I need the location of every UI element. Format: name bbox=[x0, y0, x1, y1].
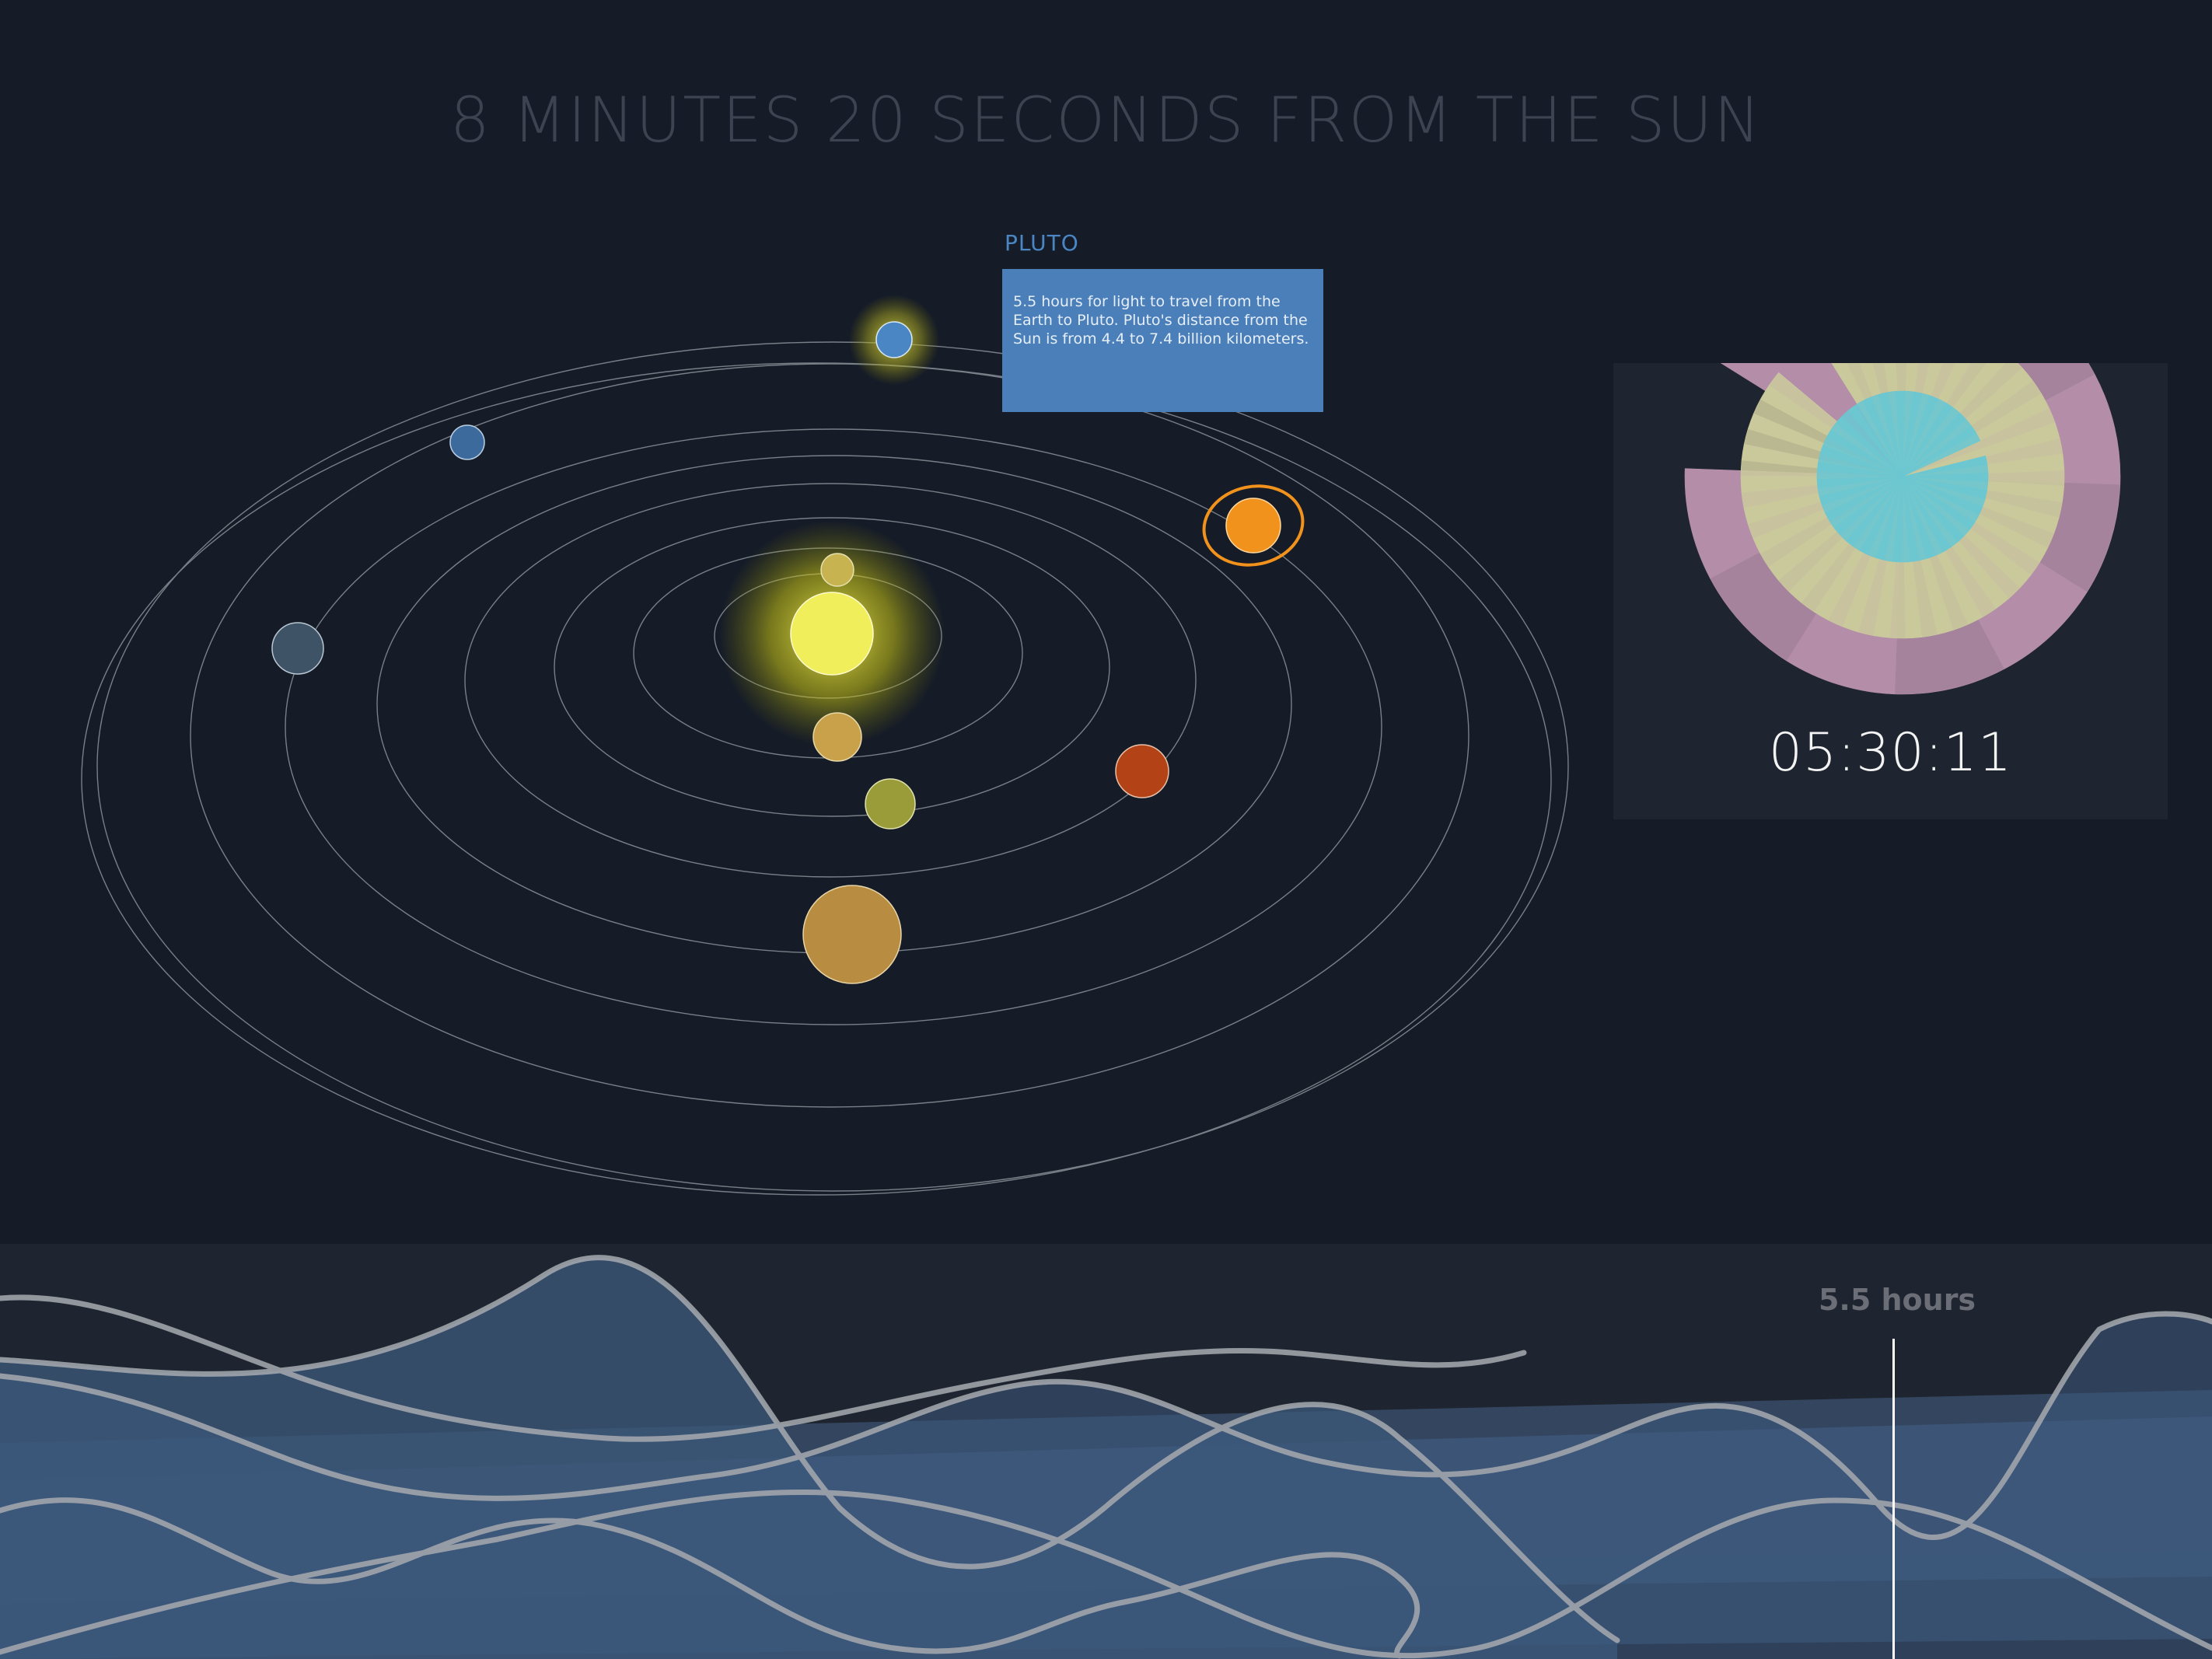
clock-dial bbox=[1684, 363, 2121, 695]
timeline-marker-label: 5.5 hours bbox=[1818, 1283, 1976, 1317]
tooltip-body: 5.5 hours for light to travel from the E… bbox=[1002, 269, 1323, 412]
planet-mars[interactable] bbox=[1115, 744, 1169, 798]
orbit-lines bbox=[81, 341, 1569, 1196]
timeline-marker[interactable] bbox=[1892, 1339, 1895, 1659]
planet-saturn[interactable] bbox=[1225, 498, 1281, 554]
sun[interactable] bbox=[790, 592, 874, 676]
planet-neptune[interactable] bbox=[449, 424, 485, 460]
tooltip-title: PLUTO bbox=[1005, 230, 1079, 256]
orbit-neptune bbox=[96, 341, 1569, 1192]
seconds-ring bbox=[1816, 390, 1989, 563]
planet-venus[interactable] bbox=[812, 712, 862, 762]
orbit-pluto bbox=[81, 362, 1552, 1196]
planet-earth[interactable] bbox=[865, 778, 916, 830]
planet-mercury[interactable] bbox=[820, 553, 854, 587]
planet-pluto[interactable] bbox=[875, 321, 913, 358]
planet-uranus[interactable] bbox=[271, 622, 324, 675]
light-travel-clock-panel: 05:30:11 bbox=[1613, 363, 2168, 819]
light-timeline[interactable]: 5.5 hours bbox=[0, 1244, 2212, 1659]
clock-time: 05:30:11 bbox=[1768, 722, 2013, 784]
planet-jupiter[interactable] bbox=[802, 885, 902, 984]
